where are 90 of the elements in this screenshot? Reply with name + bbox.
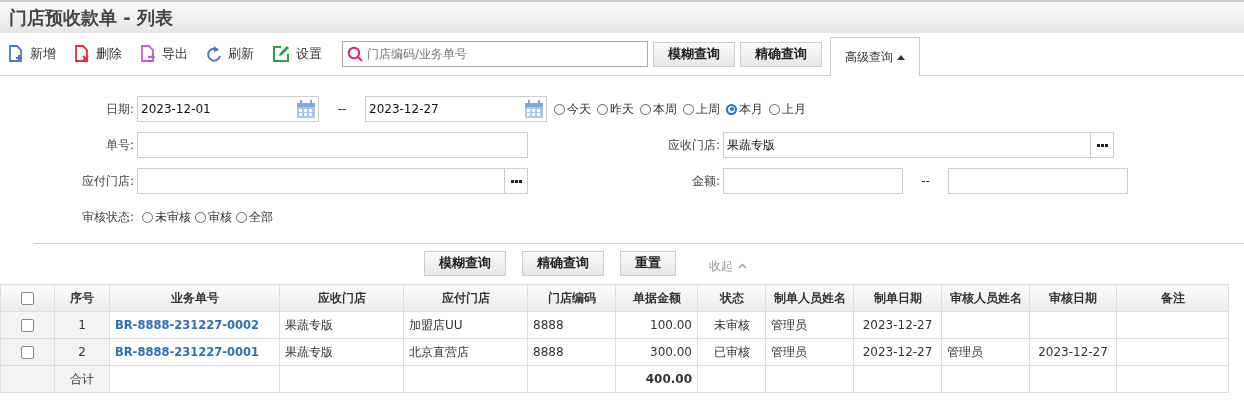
caret-icon bbox=[897, 54, 905, 60]
select-all-checkbox[interactable] bbox=[21, 292, 34, 305]
row-checkbox[interactable] bbox=[21, 346, 34, 359]
field-label: 应收门店: bbox=[666, 136, 721, 154]
radio-button[interactable] bbox=[554, 103, 565, 115]
audit-status-radio[interactable]: 未审核 bbox=[142, 208, 191, 226]
calendar-icon bbox=[524, 99, 544, 119]
table-cell: 管理员 bbox=[765, 338, 854, 366]
table-cell: 未审核 bbox=[697, 311, 766, 339]
field-label: 日期: bbox=[104, 100, 135, 118]
field-label: 金额: bbox=[690, 172, 721, 190]
column-header: 审核人员姓名 bbox=[941, 284, 1030, 312]
toolbar-button[interactable]: 设置 bbox=[272, 45, 322, 63]
column-header: 序号 bbox=[54, 284, 110, 312]
column-header: 制单人员姓名 bbox=[765, 284, 854, 312]
amount-field[interactable] bbox=[948, 168, 1128, 194]
table-cell: 8888 bbox=[527, 338, 616, 366]
document-link[interactable]: BR-8888-231227-0002 bbox=[109, 311, 280, 339]
filter-button[interactable]: 模糊查询 bbox=[424, 250, 506, 276]
field-label: 应付门店: bbox=[80, 172, 135, 190]
calendar-icon bbox=[296, 99, 316, 119]
table-cell: 400.00 bbox=[615, 365, 698, 393]
page-title: 门店预收款单 - 列表 bbox=[9, 5, 173, 30]
column-header: 应收门店 bbox=[279, 284, 404, 312]
toolbar-button[interactable]: 新增 bbox=[8, 45, 56, 63]
date-range-radio[interactable]: 昨天 bbox=[597, 100, 634, 118]
row-checkbox[interactable] bbox=[21, 319, 34, 332]
table-cell: 已审核 bbox=[697, 338, 766, 366]
document-link[interactable]: BR-8888-231227-0001 bbox=[109, 338, 280, 366]
table-cell: 300.00 bbox=[615, 338, 698, 366]
query-button[interactable]: 模糊查询 bbox=[653, 41, 735, 67]
date-range-radio[interactable]: 本月 bbox=[726, 100, 763, 118]
date-range-radio[interactable]: 今天 bbox=[554, 100, 591, 118]
filter-button[interactable]: 重置 bbox=[620, 250, 676, 276]
toolbar-button[interactable]: 导出 bbox=[140, 45, 188, 63]
radio-button[interactable] bbox=[236, 211, 247, 223]
table-cell: 果蔬专版 bbox=[279, 338, 404, 366]
table-cell: 2023-12-27 bbox=[1029, 338, 1117, 366]
table-cell: 100.00 bbox=[615, 311, 698, 339]
delete-document-icon bbox=[74, 45, 90, 63]
table-cell: 2023-12-27 bbox=[853, 338, 942, 366]
table-cell: 2023-12-27 bbox=[853, 311, 942, 339]
audit-status-radio[interactable]: 全部 bbox=[236, 208, 273, 226]
add-document-icon bbox=[8, 45, 24, 63]
refresh-icon bbox=[206, 45, 222, 63]
table-cell: 管理员 bbox=[765, 311, 854, 339]
advanced-search-tab[interactable]: 高级查询 bbox=[830, 37, 920, 76]
filter-button[interactable]: 精确查询 bbox=[522, 250, 604, 276]
chevron-up-icon bbox=[738, 263, 747, 269]
radio-button[interactable] bbox=[640, 103, 651, 115]
field-label: 审核状态: bbox=[80, 208, 135, 226]
audit-status-radio[interactable]: 审核 bbox=[195, 208, 232, 226]
column-header: 备注 bbox=[1116, 284, 1229, 312]
amount-field[interactable] bbox=[723, 168, 903, 194]
query-button[interactable]: 精确查询 bbox=[740, 41, 822, 67]
date-field[interactable]: 2023-12-27 bbox=[365, 96, 547, 122]
radio-button[interactable] bbox=[195, 211, 206, 223]
toolbar-button[interactable]: 刷新 bbox=[206, 45, 254, 63]
column-header: 门店编码 bbox=[527, 284, 616, 312]
column-header: 业务单号 bbox=[109, 284, 280, 312]
export-document-icon bbox=[140, 45, 156, 63]
column-header: 制单日期 bbox=[853, 284, 942, 312]
search-field[interactable]: 门店编码/业务单号 bbox=[342, 41, 648, 67]
radio-button[interactable] bbox=[726, 103, 737, 115]
column-header: 应付门店 bbox=[403, 284, 528, 312]
radio-button[interactable] bbox=[597, 103, 608, 115]
table-cell: 果蔬专版 bbox=[279, 311, 404, 339]
date-range-radio[interactable]: 本周 bbox=[640, 100, 677, 118]
store-picker-field[interactable] bbox=[137, 168, 528, 194]
field-label: 单号: bbox=[104, 136, 135, 154]
date-range-radio[interactable]: 上月 bbox=[769, 100, 806, 118]
toolbar-button[interactable]: 删除 bbox=[74, 45, 122, 63]
table-cell: 加盟店UU bbox=[403, 311, 528, 339]
column-header: 状态 bbox=[697, 284, 766, 312]
table-cell: 管理员 bbox=[941, 338, 1030, 366]
radio-button[interactable] bbox=[683, 103, 694, 115]
order-number-field[interactable] bbox=[137, 132, 528, 158]
column-header: 审核日期 bbox=[1029, 284, 1117, 312]
table-cell bbox=[697, 365, 766, 393]
range-separator: -- bbox=[920, 174, 931, 188]
radio-button[interactable] bbox=[769, 103, 780, 115]
date-field[interactable]: 2023-12-01 bbox=[137, 96, 319, 122]
store-picker-field[interactable]: 果蔬专版 bbox=[723, 132, 1114, 158]
date-range-radio[interactable]: 上周 bbox=[683, 100, 720, 118]
table-cell: 北京直营店 bbox=[403, 338, 528, 366]
radio-button[interactable] bbox=[142, 211, 153, 223]
edit-icon bbox=[272, 45, 290, 63]
range-separator: -- bbox=[336, 102, 348, 116]
column-header: 单据金额 bbox=[615, 284, 698, 312]
table-cell: 8888 bbox=[527, 311, 616, 339]
